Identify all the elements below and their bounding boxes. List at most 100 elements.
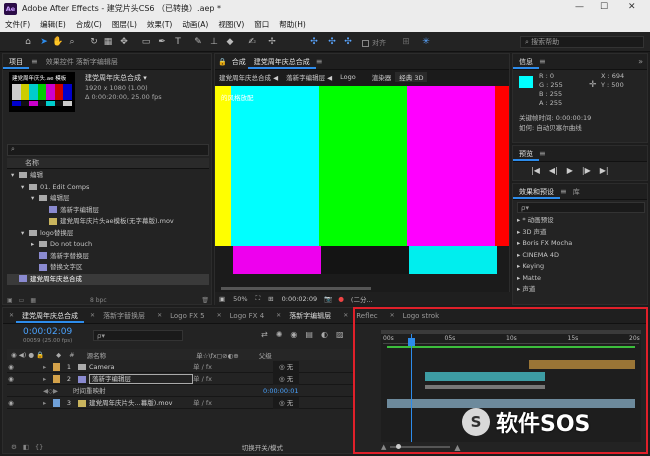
disclosure-icon[interactable]: ▸ bbox=[43, 373, 53, 385]
tab-project[interactable]: 项目 bbox=[3, 55, 29, 69]
layer-property-row[interactable]: ◀◇▶ 时间重映射 0:00:00:01 bbox=[7, 385, 353, 397]
snapshot-icon[interactable]: 📷 bbox=[324, 295, 332, 303]
snap-toggle[interactable]: 对齐 bbox=[362, 38, 386, 48]
layer-row[interactable]: ◉ ▸ 3 建党周年庆片头...幕版).mov 单 / fx ◎ 无 bbox=[7, 397, 353, 409]
effects-item[interactable]: ▸ Keying bbox=[517, 261, 645, 273]
roto-brush-tool-icon[interactable]: ✍ bbox=[246, 36, 258, 48]
close-tab-icon[interactable]: ✕ bbox=[211, 312, 224, 319]
time-remap-value[interactable]: 0:00:00:01 bbox=[263, 387, 299, 395]
zoom-in-icon[interactable]: ▲ bbox=[454, 443, 460, 452]
layer-name[interactable]: Camera bbox=[89, 361, 193, 373]
close-tab-icon[interactable]: ✕ bbox=[3, 312, 16, 319]
toggle-switches-icon[interactable]: ⚙ bbox=[11, 443, 17, 451]
puppet-pin-tool-icon[interactable]: ✢ bbox=[266, 36, 278, 48]
effects-search-input[interactable]: ρ▾ bbox=[517, 202, 645, 213]
comp-flowchart-icon[interactable]: ⇄ bbox=[261, 330, 268, 339]
disclosure-icon[interactable]: ▸ bbox=[43, 397, 53, 409]
timeline-tab[interactable]: Reflec bbox=[350, 309, 383, 323]
close-tab-icon[interactable]: ✕ bbox=[337, 312, 350, 319]
axis-local-icon[interactable]: ✣ bbox=[308, 36, 320, 48]
column-number[interactable]: # bbox=[69, 351, 74, 359]
effects-item[interactable]: ▸ CINEMA 4D bbox=[517, 250, 645, 262]
parent-dropdown[interactable]: ◎ 无 bbox=[273, 397, 300, 409]
project-item[interactable]: 落新字编辑层 bbox=[7, 205, 209, 217]
color-channel-icon[interactable]: ● bbox=[338, 295, 344, 303]
close-tab-icon[interactable]: ✕ bbox=[270, 312, 283, 319]
effects-item[interactable]: ▸ 3D 声道 bbox=[517, 227, 645, 239]
disclosure-icon[interactable]: ▸ bbox=[43, 361, 53, 373]
disclosure-icon[interactable]: ▾ bbox=[21, 228, 29, 240]
classic-3d-button[interactable]: 经典 3D bbox=[395, 72, 428, 82]
tab-effect-controls[interactable]: 效果控件 落新字编辑层 bbox=[40, 55, 124, 69]
menu-animation[interactable]: 动画(A) bbox=[177, 18, 213, 32]
snap-checkbox[interactable] bbox=[362, 39, 369, 47]
snap-option-icon[interactable]: ⊞ bbox=[400, 36, 412, 48]
project-item[interactable]: 替换文字区 bbox=[7, 262, 209, 274]
first-frame-icon[interactable]: |◀ bbox=[531, 166, 540, 175]
column-parent[interactable]: 父级 bbox=[259, 350, 272, 360]
viewer-crumb-edit[interactable]: 落新字编辑层 ◀ bbox=[282, 72, 336, 82]
eraser-tool-icon[interactable]: ◆ bbox=[224, 36, 236, 48]
fit-icon[interactable]: ⛶ bbox=[256, 294, 261, 303]
label-color-swatch[interactable] bbox=[53, 375, 60, 383]
tab-library[interactable]: 库 bbox=[567, 185, 586, 199]
brush-tool-icon[interactable]: ✎ bbox=[192, 36, 204, 48]
layer-row[interactable]: ◉ ▸ 1 Camera 单 / fx ◎ 无 bbox=[7, 361, 353, 373]
axis-world-icon[interactable]: ✣ bbox=[326, 36, 338, 48]
menu-edit[interactable]: 编辑(E) bbox=[35, 18, 71, 32]
renderer-label[interactable]: 渲染器 bbox=[368, 72, 396, 82]
pen-tool-icon[interactable]: ✒ bbox=[156, 36, 168, 48]
menu-icon[interactable]: ≡ bbox=[539, 57, 546, 66]
timeline-tab[interactable]: Logo FX 5 bbox=[164, 309, 211, 323]
home-icon[interactable]: ⌂ bbox=[22, 36, 34, 48]
grid-icon[interactable]: ⊞ bbox=[268, 295, 273, 303]
menu-view[interactable]: 视图(V) bbox=[213, 18, 249, 32]
project-item[interactable]: 落新字替换层 bbox=[7, 251, 209, 263]
disclosure-icon[interactable]: ▾ bbox=[11, 170, 19, 182]
layer-switches[interactable]: 单 / fx bbox=[193, 361, 273, 373]
timeline-tab[interactable]: 落新字编辑层 bbox=[283, 309, 337, 323]
viewer-crumb-logo[interactable]: Logo bbox=[336, 73, 360, 81]
av-features-icon[interactable]: ◉ ◀) ● 🔒 bbox=[11, 351, 44, 359]
parent-dropdown[interactable]: ◎ 无 bbox=[273, 373, 300, 385]
bpc-label[interactable]: 8 bpc bbox=[90, 297, 107, 304]
timeline-tab[interactable]: 落新字替换层 bbox=[97, 309, 151, 323]
type-tool-icon[interactable]: T bbox=[172, 36, 184, 48]
new-comp-icon[interactable]: ▦ bbox=[30, 297, 36, 304]
clone-stamp-tool-icon[interactable]: ⊥ bbox=[208, 36, 220, 48]
zoom-tool-icon[interactable]: ⌕ bbox=[66, 36, 78, 48]
menu-effect[interactable]: 效果(T) bbox=[142, 18, 177, 32]
timeline-tab[interactable]: 建党周年庆总合成 bbox=[16, 309, 85, 323]
menu-icon[interactable]: ≡ bbox=[560, 187, 567, 196]
parent-dropdown[interactable]: ◎ 无 bbox=[273, 361, 300, 373]
timeline-search-input[interactable]: ρ▾ bbox=[93, 330, 183, 341]
project-item[interactable]: ▸ Do not touch bbox=[7, 239, 209, 251]
zoom-slider[interactable]: ▲ ▲ bbox=[381, 443, 501, 452]
close-tab-icon[interactable]: ✕ bbox=[84, 312, 97, 319]
disclosure-icon[interactable]: ▾ bbox=[31, 193, 39, 205]
menu-file[interactable]: 文件(F) bbox=[0, 18, 35, 32]
toggle-duration-icon[interactable]: {} bbox=[35, 443, 43, 451]
pan-behind-tool-icon[interactable]: ✥ bbox=[118, 36, 130, 48]
project-item[interactable]: ▾ 01. Edit Comps bbox=[7, 182, 209, 194]
effects-item[interactable]: ▸ Boris FX Mocha bbox=[517, 238, 645, 250]
timeline-tab[interactable]: Logo FX 4 bbox=[224, 309, 271, 323]
label-color-swatch[interactable] bbox=[53, 363, 60, 371]
keyframe-nav-icon[interactable]: ◀◇▶ bbox=[43, 385, 73, 397]
column-source-name[interactable]: 源名称 bbox=[87, 350, 107, 360]
rotate-tool-icon[interactable]: ↻ bbox=[88, 36, 100, 48]
switch-modes-button[interactable]: 切换开关/模式 bbox=[242, 442, 283, 452]
menu-icon[interactable]: ≡ bbox=[316, 57, 323, 66]
tab-preview[interactable]: 预览 bbox=[513, 147, 539, 161]
expand-icon[interactable]: » bbox=[638, 57, 647, 66]
menu-icon[interactable]: ≡ bbox=[29, 57, 40, 66]
motion-blur-icon[interactable]: ◐ bbox=[321, 330, 328, 339]
lock-icon[interactable]: 🔒 bbox=[215, 58, 230, 66]
layer-switches[interactable]: 单 / fx bbox=[193, 373, 273, 385]
property-name[interactable]: 时间重映射 bbox=[73, 385, 183, 397]
visibility-eye-icon[interactable]: ◉ bbox=[7, 373, 15, 385]
project-item[interactable]: ▾ 编辑层 bbox=[7, 193, 209, 205]
timeline-tab[interactable]: Logo strok bbox=[397, 309, 445, 323]
switches-column-icon[interactable]: 单☆\fx◻⊘◐⊕ bbox=[196, 350, 239, 360]
help-search-input[interactable]: ⌕ 搜索帮助 bbox=[520, 36, 644, 48]
